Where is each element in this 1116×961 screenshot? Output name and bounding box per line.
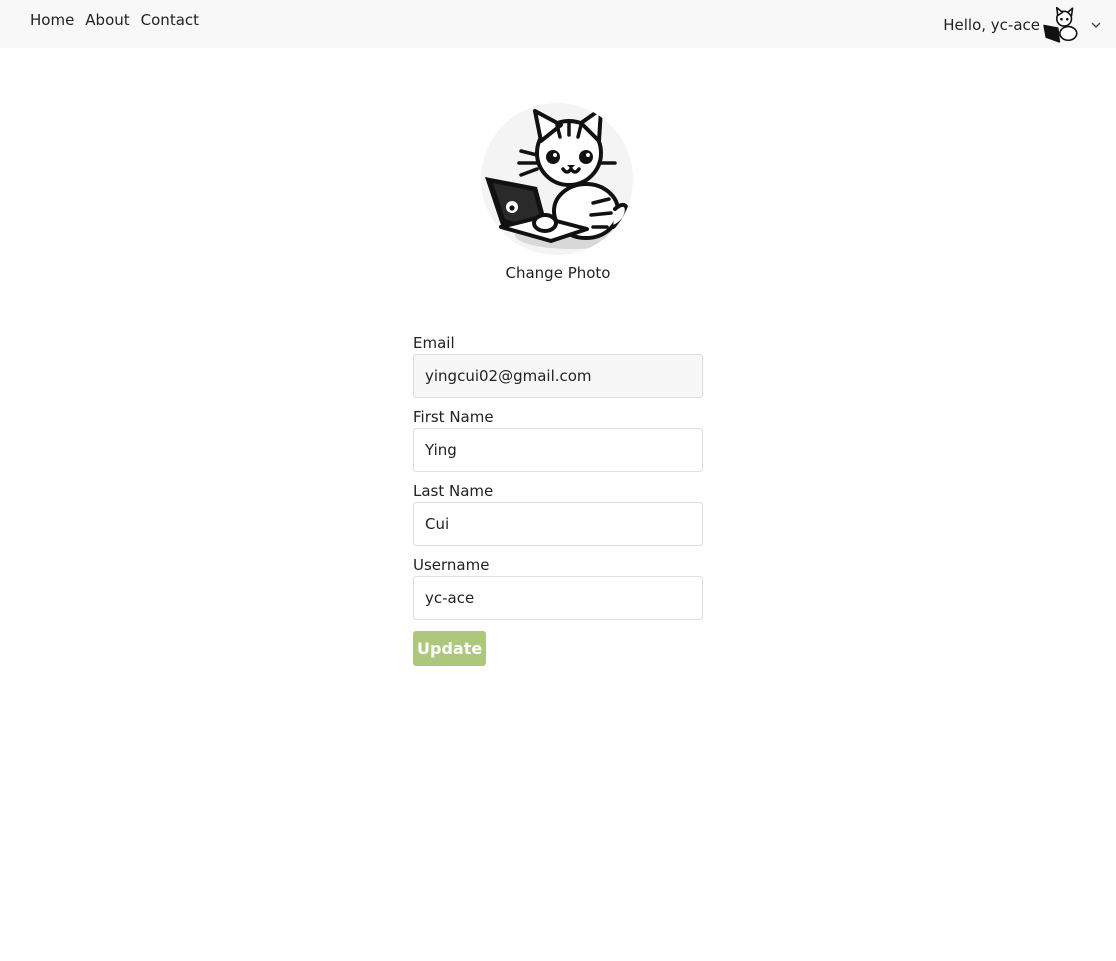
chevron-down-icon (1091, 22, 1101, 28)
nav-link-contact[interactable]: Contact (141, 11, 199, 29)
username-field[interactable] (413, 576, 703, 620)
top-navbar: Home About Contact Hello, yc-ace (0, 0, 1116, 48)
user-greeting: Hello, yc-ace (943, 16, 1040, 34)
profile-photo[interactable] (481, 103, 633, 255)
email-label: Email (413, 334, 455, 352)
username-label: Username (413, 556, 490, 574)
cat-avatar-icon (1043, 6, 1078, 43)
change-photo-link[interactable]: Change Photo (0, 264, 1116, 282)
profile-form: Email First Name Last Name Username Upda… (413, 332, 703, 666)
user-menu[interactable]: Hello, yc-ace (943, 5, 1102, 45)
cat-with-laptop-icon (485, 107, 629, 249)
update-button[interactable]: Update (413, 631, 487, 666)
first-name-field[interactable] (413, 428, 703, 472)
last-name-field[interactable] (413, 502, 703, 546)
nav-links: Home About Contact (30, 11, 199, 29)
nav-link-about[interactable]: About (85, 11, 129, 29)
last-name-label: Last Name (413, 482, 494, 500)
first-name-label: First Name (413, 408, 494, 426)
email-field[interactable] (413, 354, 703, 398)
nav-link-home[interactable]: Home (30, 11, 74, 29)
